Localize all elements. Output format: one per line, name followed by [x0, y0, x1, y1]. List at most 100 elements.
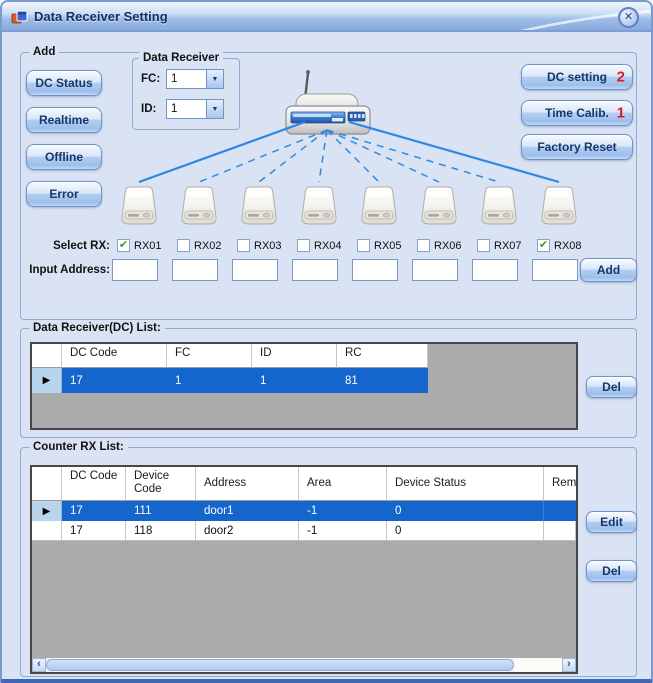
rx-grid-header-device-status[interactable]: Device Status: [387, 467, 544, 501]
window-title: Data Receiver Setting: [34, 2, 168, 31]
id-combo[interactable]: 1 ▼: [166, 99, 224, 119]
dc-status-button[interactable]: DC Status: [26, 70, 102, 96]
dc-list-grid[interactable]: DC Code FC ID RC ▶ 17 1 1 81: [30, 342, 578, 430]
dc-grid-cell-id[interactable]: 1: [252, 368, 337, 393]
receiver-drive-icon-7: [476, 184, 522, 228]
address-input-rx07[interactable]: [472, 259, 518, 281]
rx-grid-row2-area[interactable]: -1: [299, 521, 387, 541]
checkbox-rx01-label: RX01: [134, 239, 162, 253]
realtime-button[interactable]: Realtime: [26, 107, 102, 133]
dc-setting-step-badge: 2: [617, 69, 625, 86]
scrollbar-track[interactable]: [514, 658, 562, 672]
checkbox-rx07-label: RX07: [494, 239, 522, 253]
offline-button[interactable]: Offline: [26, 144, 102, 170]
error-button[interactable]: Error: [26, 181, 102, 207]
dc-grid-cell-rc[interactable]: 81: [337, 368, 428, 393]
dc-status-button-label: DC Status: [35, 76, 92, 90]
offline-button-label: Offline: [45, 150, 83, 164]
rx-grid-row1-device-code[interactable]: 111: [126, 501, 196, 521]
factory-reset-button[interactable]: Factory Reset: [521, 134, 633, 160]
dc-grid-cell-dc-code[interactable]: 17: [62, 368, 167, 393]
rx-grid-row1-dc-code[interactable]: 17: [62, 501, 126, 521]
checkbox-rx08[interactable]: ✔: [537, 239, 550, 252]
rx-list-del-button[interactable]: Del: [586, 560, 637, 582]
dc-grid-header-selector: [32, 344, 62, 368]
dc-grid-header-rc[interactable]: RC: [337, 344, 428, 368]
realtime-button-label: Realtime: [39, 113, 89, 127]
checkbox-rx06[interactable]: [417, 239, 430, 252]
add-button[interactable]: Add: [580, 258, 637, 282]
rx-grid-row1-area[interactable]: -1: [299, 501, 387, 521]
checkbox-rx01[interactable]: ✔: [117, 239, 130, 252]
checkbox-rx03[interactable]: [237, 239, 250, 252]
add-button-label: Add: [597, 263, 620, 277]
data-receiver-setting-dialog: Data Receiver Setting ✕ Add DC Status Re…: [0, 0, 653, 683]
address-input-rx01[interactable]: [112, 259, 158, 281]
rx-grid-header-device-code[interactable]: Device Code: [126, 467, 196, 501]
receiver-drive-icon-4: [296, 184, 342, 228]
window-form-icon: [11, 9, 28, 26]
address-input-rx04[interactable]: [292, 259, 338, 281]
rx-grid-horizontal-scrollbar[interactable]: ‹ ›: [32, 658, 576, 672]
title-bar: Data Receiver Setting: [2, 2, 651, 32]
rx-list-grid[interactable]: DC Code Device Code Address Area Device …: [30, 465, 578, 674]
rx-grid-row2-device-code[interactable]: 118: [126, 521, 196, 541]
rx-grid-row1-address[interactable]: door1: [196, 501, 299, 521]
rx-grid-row2-selector-icon[interactable]: [32, 521, 62, 541]
rx-grid-header-remark[interactable]: Remark: [544, 467, 576, 501]
error-button-label: Error: [49, 187, 78, 201]
checkbox-rx05[interactable]: [357, 239, 370, 252]
id-label: ID:: [141, 103, 156, 115]
receiver-drive-icon-6: [416, 184, 462, 228]
fc-combo-value: 1: [167, 73, 206, 85]
address-input-rx05[interactable]: [352, 259, 398, 281]
rx-grid-row2-device-status[interactable]: 0: [387, 521, 544, 541]
data-receiver-group-label: Data Receiver: [139, 51, 223, 65]
fc-label: FC:: [141, 73, 160, 85]
address-input-rx08[interactable]: [532, 259, 578, 281]
id-combo-dropdown-icon[interactable]: ▼: [206, 100, 223, 118]
close-button[interactable]: ✕: [618, 7, 639, 28]
checkbox-rx06-label: RX06: [434, 239, 462, 253]
checkbox-rx02[interactable]: [177, 239, 190, 252]
rx-grid-row1-selector-icon[interactable]: ▶: [32, 501, 62, 521]
rx-grid-header-area[interactable]: Area: [299, 467, 387, 501]
dc-setting-button-label: DC setting: [547, 70, 607, 84]
rx-grid-row2-dc-code[interactable]: 17: [62, 521, 126, 541]
checkbox-rx02-label: RX02: [194, 239, 222, 253]
address-input-rx03[interactable]: [232, 259, 278, 281]
address-input-rx06[interactable]: [412, 259, 458, 281]
checkbox-rx04[interactable]: [297, 239, 310, 252]
receiver-drive-icon-8: [536, 184, 582, 228]
receiver-drive-icon-1: [116, 184, 162, 228]
rx-grid-row2-remark[interactable]: [544, 521, 576, 541]
rx-grid-header-address[interactable]: Address: [196, 467, 299, 501]
rx-list-edit-button[interactable]: Edit: [586, 511, 637, 533]
checkbox-rx07[interactable]: [477, 239, 490, 252]
scrollbar-thumb[interactable]: [46, 659, 514, 671]
rx-grid-row2-address[interactable]: door2: [196, 521, 299, 541]
scroll-left-arrow-icon[interactable]: ‹: [32, 658, 46, 672]
dc-grid-header-dc-code[interactable]: DC Code: [62, 344, 167, 368]
fc-combo-dropdown-icon[interactable]: ▼: [206, 70, 223, 88]
dc-grid-header-id[interactable]: ID: [252, 344, 337, 368]
receiver-drive-icon-2: [176, 184, 222, 228]
rx-grid-row1-remark[interactable]: [544, 501, 576, 521]
receiver-drive-icon-5: [356, 184, 402, 228]
checkbox-rx08-label: RX08: [554, 239, 582, 253]
checkbox-rx03-label: RX03: [254, 239, 282, 253]
scroll-right-arrow-icon[interactable]: ›: [562, 658, 576, 672]
rx-grid-row1-device-status[interactable]: 0: [387, 501, 544, 521]
address-input-rx02[interactable]: [172, 259, 218, 281]
time-calib-step-badge: 1: [617, 105, 625, 122]
fc-combo[interactable]: 1 ▼: [166, 69, 224, 89]
dc-setting-button[interactable]: DC setting 2: [521, 64, 633, 90]
dc-list-del-button[interactable]: Del: [586, 376, 637, 398]
dc-grid-row-selector-icon[interactable]: ▶: [32, 368, 62, 393]
rx-list-edit-button-label: Edit: [600, 515, 623, 529]
dc-grid-header-fc[interactable]: FC: [167, 344, 252, 368]
rx-grid-header-dc-code[interactable]: DC Code: [62, 467, 126, 501]
time-calib-button[interactable]: Time Calib. 1: [521, 100, 633, 126]
rx-grid-header-selector: [32, 467, 62, 501]
dc-grid-cell-fc[interactable]: 1: [167, 368, 252, 393]
